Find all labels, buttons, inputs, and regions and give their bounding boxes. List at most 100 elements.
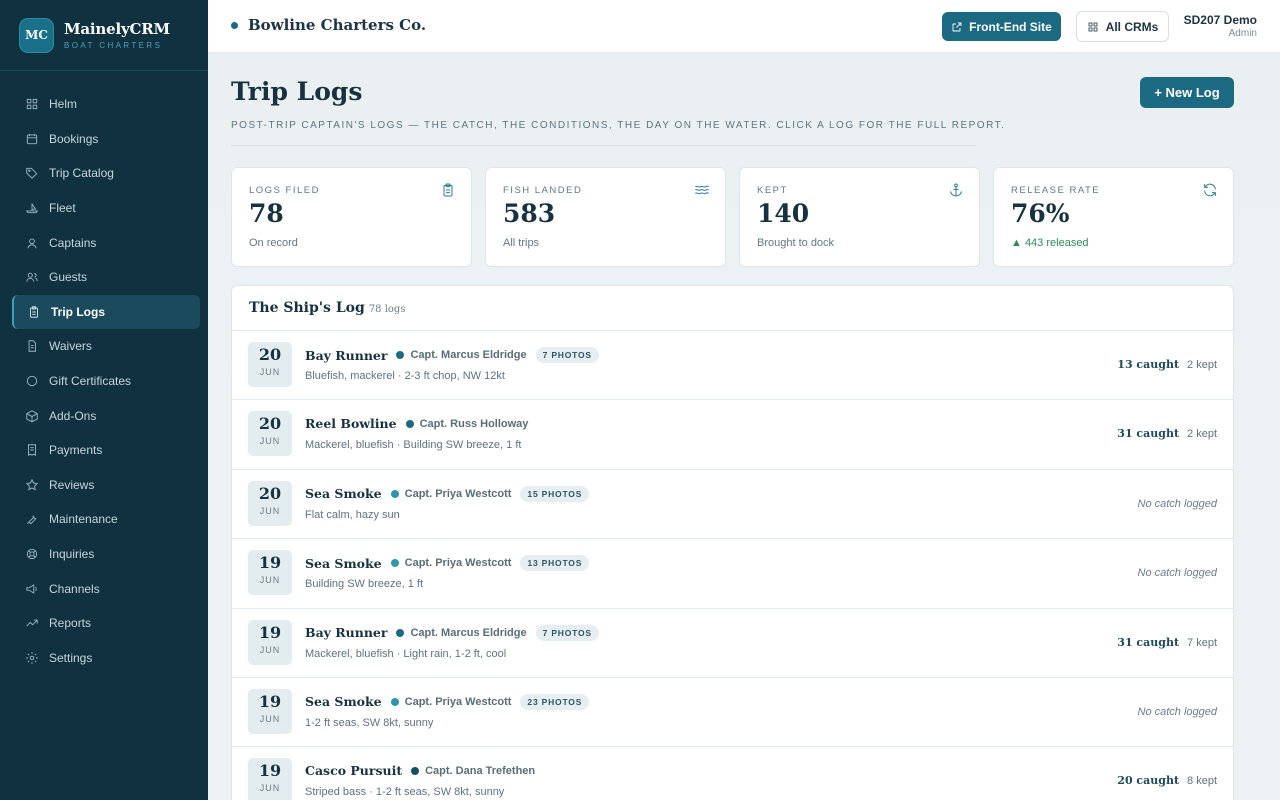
captain-name: Capt. Priya Westcott (404, 557, 512, 570)
log-row[interactable]: 20 JUN Bay Runner Capt. Marcus Eldridge 7 PH… (232, 331, 1233, 401)
sidebar-item-channels[interactable]: Channels (0, 571, 200, 606)
captain-dot (390, 489, 399, 498)
stat-card-release-rate: RELEASE RATE 76% ▲ 443 released (993, 167, 1234, 267)
sidebar-item-inquiries[interactable]: Inquiries (0, 537, 200, 572)
sidebar-item-label: Fleet (49, 201, 76, 216)
log-row[interactable]: 19 JUN Sea Smoke Capt. Priya Westcott 23 PHO… (232, 678, 1233, 748)
trip-conditions: Striped bass · 1-2 ft seas, SW 8kt, sunn… (305, 786, 505, 799)
trip-conditions: Bluefish, mackerel · 2-3 ft chop, NW 12k… (305, 370, 505, 382)
brand[interactable]: MC MainelyCRM BOAT CHARTERS (0, 0, 208, 71)
boat-name: Bay Runner (305, 625, 388, 641)
sidebar-item-gift-certificates[interactable]: Gift Certificates (0, 364, 200, 399)
tag-icon-wrap (24, 165, 40, 181)
sidebar-item-label: Channels (49, 581, 100, 596)
log-row[interactable]: 19 JUN Casco Pursuit Capt. Dana Trefethen St… (232, 747, 1233, 800)
sidebar-item-label: Captains (49, 235, 97, 250)
stat-card-fish-landed: FISH LANDED 583 All trips (485, 167, 726, 267)
log-row[interactable]: 19 JUN Bay Runner Capt. Marcus Eldridge 7 PH… (232, 609, 1233, 678)
megaphone-icon (26, 583, 37, 594)
sidebar-item-settings[interactable]: Settings (0, 641, 200, 676)
all-crms-button[interactable]: All CRMs (1076, 11, 1169, 42)
log-row[interactable]: 20 JUN Reel Bowline Capt. Russ Holloway Mack… (232, 400, 1233, 470)
sidebar-item-trip-logs[interactable]: Trip Logs (12, 294, 200, 330)
clipboard-icon (443, 183, 453, 197)
stat-subtext: All trips (503, 237, 540, 249)
sidebar-item-label: Add-Ons (49, 408, 97, 423)
grid-icon (1088, 22, 1098, 31)
sidebar-item-label: Payments (49, 443, 103, 458)
photos-badge: 23 PHOTOS (520, 693, 590, 710)
anchor-icon (950, 183, 962, 197)
boat-name: Reel Bowline (305, 416, 397, 432)
sidebar-item-waivers[interactable]: Waivers (0, 329, 200, 364)
captain-name: Capt. Priya Westcott (404, 695, 512, 708)
front-end-site-button[interactable]: Front-End Site (942, 12, 1061, 41)
date-day: 20 (258, 345, 282, 364)
no-catch-note: No catch logged (1137, 705, 1218, 718)
stat-value: 78 (249, 199, 284, 228)
sidebar-item-add-ons[interactable]: Add-Ons (0, 398, 200, 433)
stat-card-logs-filed: LOGS FILED 78 On record (231, 167, 472, 267)
company-name: Bowline Charters Co. (248, 16, 427, 34)
caught-count: 31 caught (1117, 427, 1180, 441)
log-row[interactable]: 19 JUN Sea Smoke Capt. Priya Westcott 13 PHO… (232, 539, 1233, 609)
sidebar-item-fleet[interactable]: Fleet (0, 191, 200, 226)
star-icon (25, 478, 39, 491)
boat-icon (25, 203, 39, 214)
captain-dot (390, 559, 399, 568)
kept-count: 2 kept (1187, 359, 1217, 371)
user-name: SD207 Demo (1183, 13, 1257, 27)
date-day: 19 (258, 622, 282, 642)
captain-dot (396, 351, 405, 359)
sidebar-item-maintenance[interactable]: Maintenance (0, 502, 200, 537)
caught-count: 20 caught (1117, 774, 1180, 788)
boat-name: Bay Runner (305, 347, 388, 363)
sidebar-item-trip-catalog[interactable]: Trip Catalog (0, 156, 200, 191)
ships-log-title: The Ship's Log (249, 300, 365, 316)
company-indicator: Bowline Charters Co. (231, 16, 426, 34)
user-menu[interactable]: SD207 Demo Admin (1184, 13, 1257, 39)
captain-name: Capt. Priya Westcott (404, 487, 512, 500)
sidebar-item-guests[interactable]: Guests (0, 260, 200, 295)
date-month: JUN (259, 505, 281, 516)
date-badge: 19 JUN (248, 688, 292, 734)
clipboard-icon (30, 306, 38, 318)
captain-name: Capt. Marcus Eldridge (410, 349, 527, 361)
sidebar-item-label: Bookings (49, 131, 99, 146)
lifebuoy-icon (26, 548, 38, 560)
sidebar-item-bookings[interactable]: Bookings (0, 122, 200, 157)
calendar-icon (26, 133, 38, 145)
captain-icon-wrap (24, 235, 40, 251)
kept-count: 7 kept (1187, 636, 1217, 649)
sidebar-item-label: Gift Certificates (49, 374, 132, 389)
sidebar-item-captains[interactable]: Captains (0, 225, 200, 260)
stat-label: RELEASE RATE (1011, 185, 1101, 196)
main-content: Trip Logs POST-TRIP CAPTAIN'S LOGS — THE… (208, 53, 1280, 800)
date-badge: 19 JUN (248, 550, 292, 596)
stat-subtext: ▲ 443 released (1011, 237, 1089, 249)
log-row[interactable]: 20 JUN Sea Smoke Capt. Priya Westcott 15 PHO… (232, 470, 1233, 540)
boat-icon-wrap (24, 200, 40, 216)
brand-subtitle: BOAT CHARTERS (64, 41, 163, 50)
trip-conditions: Flat calm, hazy sun (305, 508, 400, 521)
sidebar-item-helm[interactable]: Helm (0, 87, 200, 122)
sidebar-item-reviews[interactable]: Reviews (0, 468, 200, 503)
star-icon-wrap (24, 477, 40, 493)
topbar: Bowline Charters Co. Front-End Site All … (208, 0, 1280, 53)
box-icon (26, 409, 38, 423)
tag-icon (26, 168, 38, 180)
sidebar-item-payments[interactable]: Payments (0, 433, 200, 468)
date-month: JUN (259, 436, 281, 447)
document-icon-wrap (24, 338, 40, 354)
stat-value: 140 (757, 199, 810, 228)
no-catch-note: No catch logged (1137, 567, 1218, 580)
sidebar-item-reports[interactable]: Reports (0, 606, 200, 641)
trend-icon-wrap (24, 615, 40, 631)
trip-conditions: Mackerel, bluefish · Building SW breeze,… (305, 439, 522, 452)
gear-icon (26, 651, 38, 664)
sidebar: MC MainelyCRM BOAT CHARTERS Helm Bookings… (0, 0, 208, 800)
sidebar-item-label: Maintenance (49, 512, 118, 527)
boat-name: Sea Smoke (305, 486, 382, 502)
trip-conditions: Mackerel, bluefish · Light rain, 1-2 ft,… (305, 647, 507, 660)
new-log-button[interactable]: + New Log (1140, 77, 1234, 108)
